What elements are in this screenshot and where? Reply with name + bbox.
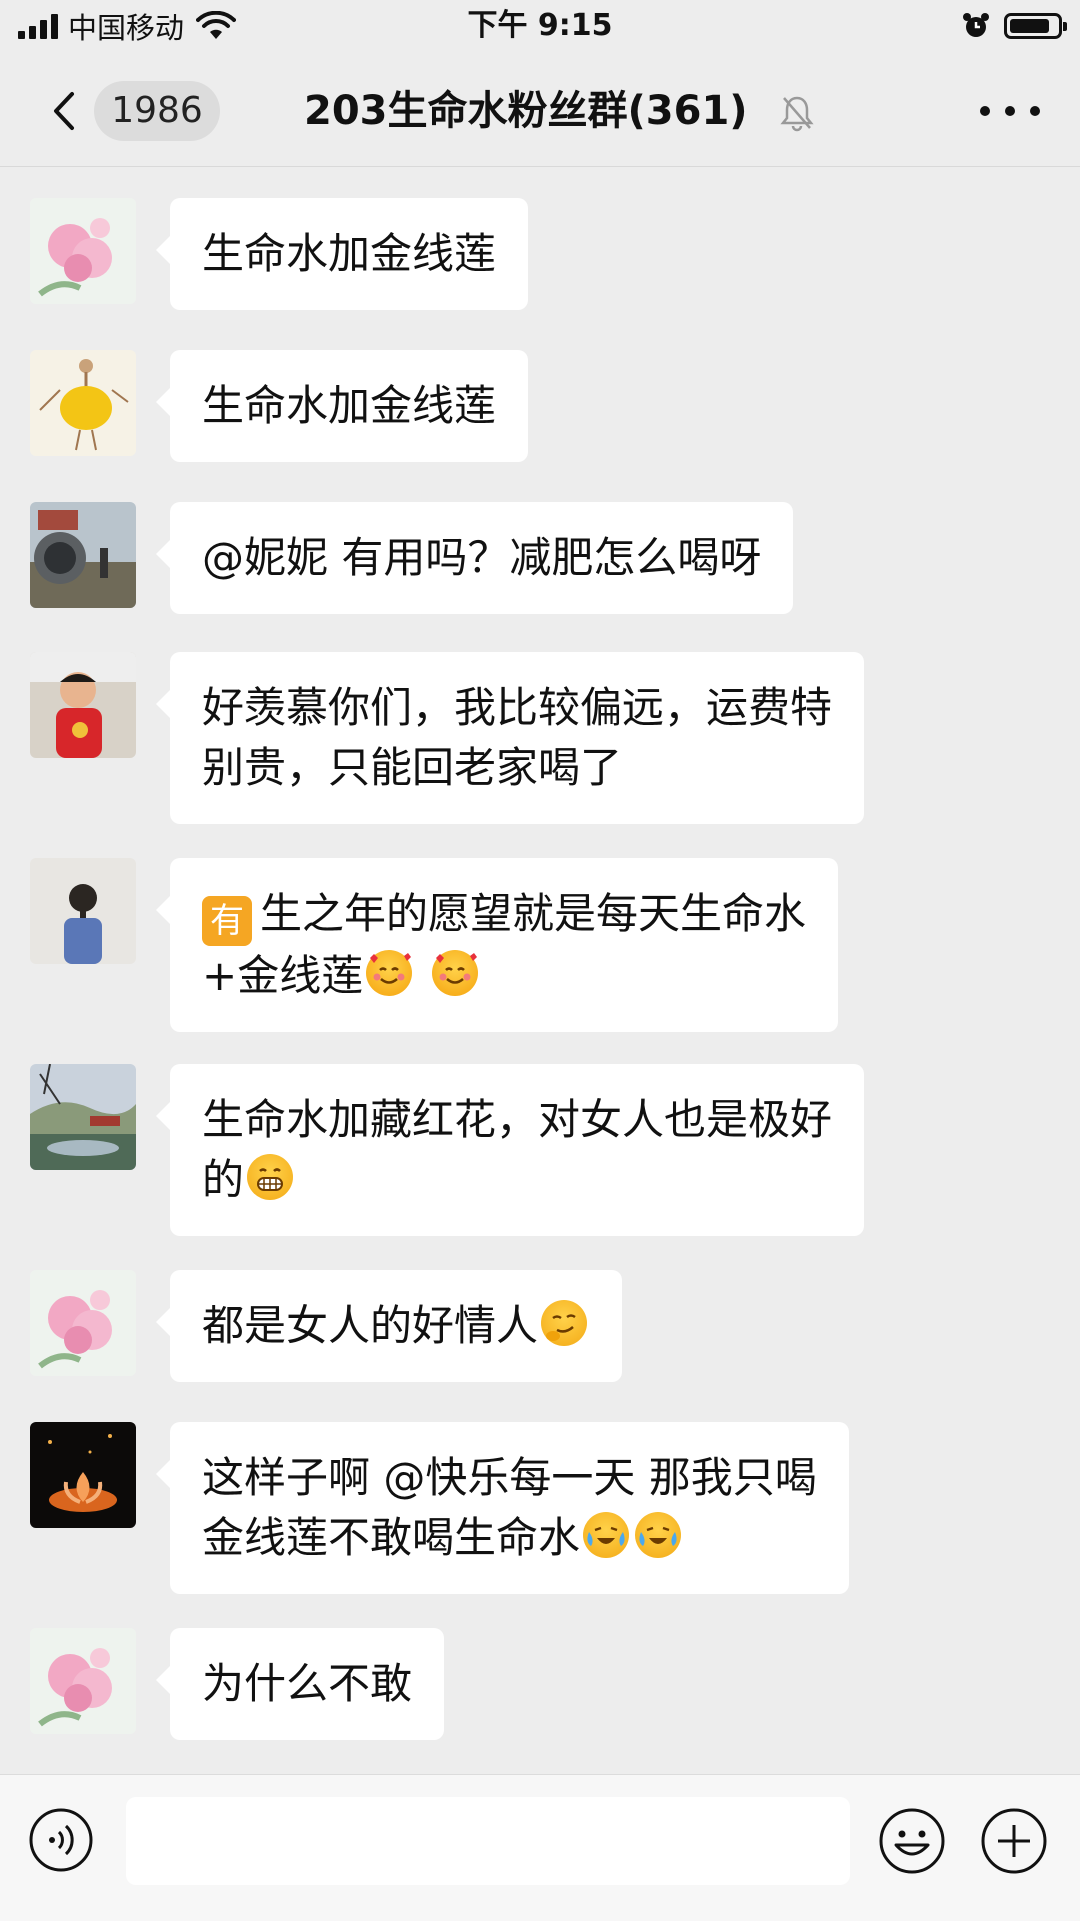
- message-input[interactable]: [126, 1797, 850, 1885]
- message-text: @妮妮 有用吗？减肥怎么喝呀: [202, 533, 762, 582]
- message-text: 都是女人的好情人: [202, 1301, 539, 1350]
- lotus-lamp-avatar[interactable]: [30, 1422, 136, 1528]
- status-right: [962, 6, 1067, 46]
- chat-input-bar: [0, 1774, 1080, 1921]
- message-bubble[interactable]: @妮妮 有用吗？减肥怎么喝呀: [155, 502, 794, 614]
- message-text-line: 的: [202, 1150, 832, 1210]
- you-badge-icon: 有: [202, 896, 252, 946]
- pink-flower-avatar[interactable]: [30, 1270, 136, 1376]
- battery-level: [1010, 19, 1049, 33]
- pink-flower-avatar[interactable]: [30, 198, 136, 304]
- message-bubble[interactable]: 为什么不敢: [155, 1628, 445, 1740]
- smirking-thinking-face-icon: [541, 1300, 588, 1346]
- grinning-face-icon: [247, 1154, 294, 1200]
- message-bubble[interactable]: 这样子啊 @快乐每一天 那我只喝 金线莲不敢喝生命水: [156, 1422, 849, 1594]
- pipe-landscape-avatar[interactable]: [30, 502, 136, 608]
- status-time: 下午 9:15: [467, 8, 613, 43]
- message-text: 生之年的愿望就是每天生命水: [260, 889, 807, 938]
- mute-bell-icon: [780, 96, 814, 132]
- battery-icon: [1004, 13, 1067, 39]
- voice-input-icon[interactable]: [28, 1807, 94, 1873]
- message-text-line: +金线莲: [202, 946, 806, 1006]
- status-bar: 中国移动 下午 9:15: [0, 0, 1080, 56]
- message-bubble[interactable]: 生命水加金线莲: [155, 350, 529, 462]
- alarm-icon: [963, 13, 989, 37]
- pond-park-avatar[interactable]: [30, 1064, 136, 1170]
- yellow-dress-drawing-avatar[interactable]: [30, 350, 136, 456]
- message-bubble[interactable]: 有生之年的愿望就是每天生命水 +金线莲: [155, 858, 839, 1032]
- more-dot-icon: [980, 106, 990, 116]
- message-text: 为什么不敢: [202, 1659, 413, 1708]
- message-text: 金线莲不敢喝生命水: [202, 1513, 581, 1562]
- crying-laughing-face-icon: [583, 1512, 630, 1558]
- message-bubble[interactable]: 生命水加金线莲: [155, 198, 529, 310]
- pink-flower-avatar[interactable]: [30, 1628, 136, 1734]
- message-text: 的: [202, 1155, 245, 1204]
- braid-girl-avatar[interactable]: [30, 858, 136, 964]
- message-text: 生命水加金线莲: [202, 381, 497, 430]
- unread-count-badge[interactable]: 1986: [94, 81, 220, 141]
- message-bubble[interactable]: 生命水加藏红花，对女人也是极好 的: [155, 1064, 865, 1236]
- message-text-line: 有生之年的愿望就是每天生命水: [202, 884, 806, 946]
- chat-title: 203生命水粉丝群(361): [304, 88, 748, 134]
- more-dot-icon: [1030, 106, 1040, 116]
- message-text: 生命水加金线莲: [202, 229, 497, 278]
- chat-header: 1986 203生命水粉丝群(361): [0, 56, 1080, 167]
- message-bubble[interactable]: 都是女人的好情人: [155, 1270, 623, 1382]
- message-text: +金线莲: [202, 951, 364, 1000]
- message-text-line: 别贵，只能回老家喝了: [202, 743, 623, 792]
- smiling-face-with-hearts-icon: [431, 950, 478, 996]
- back-icon[interactable]: [40, 86, 90, 136]
- message-list[interactable]: 生命水加金线莲 生命水加金线莲 @妮妮 有用吗？减肥怎么喝呀 好羡慕你们，我比较…: [0, 166, 1080, 1774]
- more-options-button[interactable]: [980, 96, 1040, 126]
- more-dot-icon: [1005, 106, 1015, 116]
- message-bubble[interactable]: 好羡慕你们，我比较偏远，运费特 别贵，只能回老家喝了: [155, 652, 865, 824]
- smiling-face-with-hearts-icon: [366, 950, 413, 996]
- emoji-picker-icon[interactable]: [878, 1807, 946, 1875]
- more-functions-plus-icon[interactable]: [980, 1807, 1048, 1875]
- message-text-line: 好羡慕你们，我比较偏远，运费特: [202, 683, 833, 732]
- child-photo-avatar[interactable]: [30, 652, 136, 758]
- message-text-line: 这样子啊 @快乐每一天 那我只喝: [202, 1453, 817, 1502]
- message-text-line: 生命水加藏红花，对女人也是极好: [202, 1095, 833, 1144]
- crying-laughing-face-icon: [635, 1512, 682, 1558]
- message-text-line: 金线莲不敢喝生命水: [202, 1508, 817, 1568]
